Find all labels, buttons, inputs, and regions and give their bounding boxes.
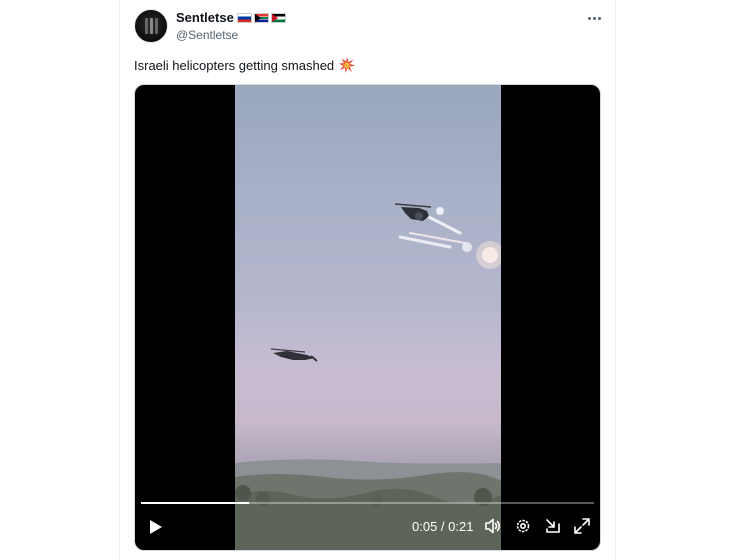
minimize-button[interactable] [543,516,563,536]
user-handle[interactable]: @Sentletse [176,28,238,42]
timeline-right-border [615,0,616,560]
play-icon [150,520,162,534]
volume-icon [485,518,501,534]
video-player[interactable]: 0:05 / 0:21 [134,84,601,551]
progress-bar[interactable] [141,502,594,504]
more-options-button[interactable] [583,8,605,28]
progress-fill [141,502,249,504]
tweet-text-content: Israeli helicopters getting smashed [134,58,335,73]
tweet-text: Israeli helicopters getting smashed [134,57,356,76]
video-controls: 0:05 / 0:21 [135,502,600,550]
display-name[interactable]: Sentletse [176,10,234,25]
video-time: 0:05 / 0:21 [412,519,474,534]
fullscreen-button[interactable] [572,516,592,536]
russia-flag-icon [237,13,252,23]
helicopter-lower-icon [270,348,318,362]
volume-button[interactable] [483,516,503,536]
settings-button[interactable] [513,516,533,536]
tweet-card[interactable]: Sentletse @Sentletse Israeli helicopters… [120,0,615,560]
video-frame[interactable] [235,85,501,550]
south-africa-flag-icon [254,13,269,23]
palestine-flag-icon [271,13,286,23]
avatar[interactable] [134,9,168,43]
minimize-icon [546,519,560,533]
fullscreen-icon [574,518,590,534]
name-flags [237,13,286,23]
play-button[interactable] [145,517,165,537]
more-dots-icon [587,16,601,20]
collision-emoji-icon [339,57,356,76]
settings-icon [516,519,530,533]
helicopter-upper-icon [394,203,432,221]
